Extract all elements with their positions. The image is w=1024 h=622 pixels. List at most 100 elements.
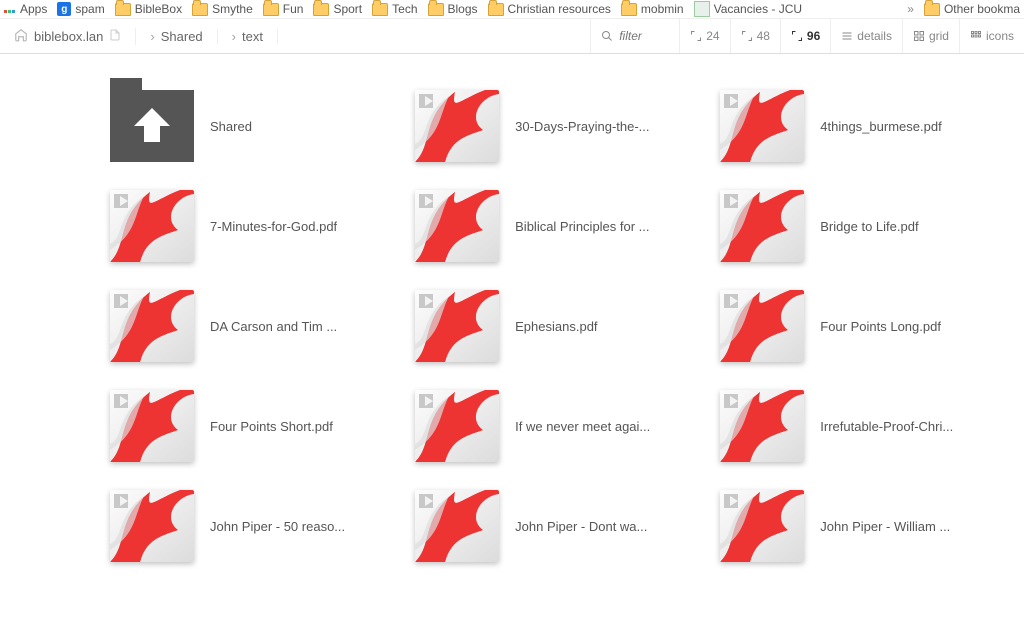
- pdf-icon: [415, 90, 499, 162]
- pdf-icon: [720, 90, 804, 162]
- file-item[interactable]: DA Carson and Tim ...: [110, 290, 345, 362]
- file-item[interactable]: Biblical Principles for ...: [415, 190, 650, 262]
- file-item[interactable]: 7-Minutes-for-God.pdf: [110, 190, 345, 262]
- pdf-icon: [110, 490, 194, 562]
- file-item[interactable]: John Piper - 50 reaso...: [110, 490, 345, 562]
- bookmarks-overflow[interactable]: »: [907, 2, 914, 16]
- apps-button[interactable]: Apps: [4, 2, 47, 16]
- pdf-icon: [415, 190, 499, 262]
- file-label: 30-Days-Praying-the-...: [515, 119, 649, 134]
- pdf-icon: [110, 190, 194, 262]
- filter-search[interactable]: [590, 19, 679, 53]
- expand-icon: [741, 30, 753, 42]
- search-icon: [601, 30, 613, 42]
- view-label: details: [857, 29, 892, 43]
- view-icons[interactable]: icons: [959, 19, 1024, 53]
- folder-up-item[interactable]: Shared: [110, 90, 345, 162]
- zoom-24[interactable]: 24: [679, 19, 729, 53]
- pdf-icon: [415, 390, 499, 462]
- file-label: John Piper - Dont wa...: [515, 519, 647, 534]
- file-label: Irrefutable-Proof-Chri...: [820, 419, 953, 434]
- breadcrumb-text[interactable]: › text: [218, 29, 278, 44]
- apps-label: Apps: [20, 2, 47, 16]
- grid-icon: [913, 30, 925, 42]
- bookmark-tech[interactable]: Tech: [372, 2, 417, 16]
- file-item[interactable]: Bridge to Life.pdf: [720, 190, 953, 262]
- folder-icon: [621, 3, 637, 16]
- bookmark-label: Other bookma: [944, 2, 1020, 16]
- folder-icon: [263, 3, 279, 16]
- view-label: grid: [929, 29, 949, 43]
- bookmarks-bar: Apps g spam BibleBox Smythe Fun Sport Te…: [0, 0, 1024, 19]
- file-item[interactable]: If we never meet agai...: [415, 390, 650, 462]
- breadcrumb-shared[interactable]: › Shared: [136, 29, 217, 44]
- folder-icon: [924, 3, 940, 16]
- file-label: 7-Minutes-for-God.pdf: [210, 219, 337, 234]
- view-grid[interactable]: grid: [902, 19, 959, 53]
- zoom-48[interactable]: 48: [730, 19, 780, 53]
- breadcrumb-root[interactable]: biblebox.lan: [0, 28, 136, 45]
- bookmark-sport[interactable]: Sport: [313, 2, 362, 16]
- breadcrumb: biblebox.lan › Shared › text: [0, 19, 278, 53]
- folder-icon: [192, 3, 208, 16]
- file-toolbar: biblebox.lan › Shared › text 24 48 96 de…: [0, 19, 1024, 54]
- file-item[interactable]: John Piper - William ...: [720, 490, 953, 562]
- chevron-right-icon: ›: [232, 29, 236, 44]
- bookmark-christian-resources[interactable]: Christian resources: [488, 2, 611, 16]
- bookmark-label: BibleBox: [135, 2, 182, 16]
- file-item[interactable]: Ephesians.pdf: [415, 290, 650, 362]
- file-label: Four Points Short.pdf: [210, 419, 333, 434]
- file-item[interactable]: John Piper - Dont wa...: [415, 490, 650, 562]
- folder-icon: [115, 3, 131, 16]
- file-label: Biblical Principles for ...: [515, 219, 649, 234]
- bookmark-label: Fun: [283, 2, 304, 16]
- apps-icon: [4, 3, 16, 15]
- pdf-icon: [110, 290, 194, 362]
- file-item[interactable]: Irrefutable-Proof-Chri...: [720, 390, 953, 462]
- view-label: icons: [986, 29, 1014, 43]
- bookmark-blogs[interactable]: Blogs: [428, 2, 478, 16]
- file-label: Ephesians.pdf: [515, 319, 597, 334]
- file-label: Bridge to Life.pdf: [820, 219, 918, 234]
- breadcrumb-label: Shared: [161, 29, 203, 44]
- bookmark-other[interactable]: Other bookma: [924, 2, 1020, 16]
- expand-icon: [791, 30, 803, 42]
- zoom-96[interactable]: 96: [780, 19, 830, 53]
- file-item[interactable]: Four Points Long.pdf: [720, 290, 953, 362]
- pdf-icon: [110, 390, 194, 462]
- pdf-icon: [415, 490, 499, 562]
- bookmark-mobmin[interactable]: mobmin: [621, 2, 684, 16]
- page-icon: [694, 1, 710, 17]
- file-label: Shared: [210, 119, 252, 134]
- home-icon: [14, 28, 28, 45]
- view-details[interactable]: details: [830, 19, 902, 53]
- file-icon: [109, 28, 121, 45]
- pdf-icon: [415, 290, 499, 362]
- file-label: Four Points Long.pdf: [820, 319, 941, 334]
- pdf-icon: [720, 190, 804, 262]
- folder-icon: [313, 3, 329, 16]
- bookmark-fun[interactable]: Fun: [263, 2, 304, 16]
- file-label: John Piper - William ...: [820, 519, 950, 534]
- bookmark-vacancies-jcu[interactable]: Vacancies - JCU: [694, 1, 802, 17]
- zoom-label: 96: [807, 29, 820, 43]
- bookmark-label: Blogs: [448, 2, 478, 16]
- zoom-label: 48: [757, 29, 770, 43]
- file-item[interactable]: Four Points Short.pdf: [110, 390, 345, 462]
- filter-input[interactable]: [617, 28, 669, 44]
- bookmark-biblebox[interactable]: BibleBox: [115, 2, 182, 16]
- file-label: John Piper - 50 reaso...: [210, 519, 345, 534]
- bookmark-spam[interactable]: g spam: [57, 2, 104, 16]
- file-item[interactable]: 30-Days-Praying-the-...: [415, 90, 650, 162]
- bookmark-label: spam: [75, 2, 104, 16]
- breadcrumb-label: text: [242, 29, 263, 44]
- file-label: DA Carson and Tim ...: [210, 319, 337, 334]
- file-item[interactable]: 4things_burmese.pdf: [720, 90, 953, 162]
- expand-icon: [690, 30, 702, 42]
- bookmark-label: Vacancies - JCU: [714, 2, 802, 16]
- file-label: 4things_burmese.pdf: [820, 119, 941, 134]
- folder-icon: [488, 3, 504, 16]
- list-icon: [841, 30, 853, 42]
- pdf-icon: [720, 490, 804, 562]
- bookmark-smythe[interactable]: Smythe: [192, 2, 253, 16]
